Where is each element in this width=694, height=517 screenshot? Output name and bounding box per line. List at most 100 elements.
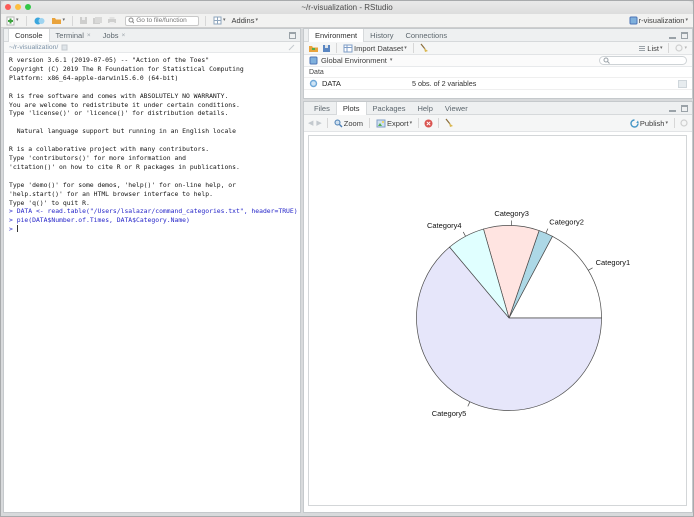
console-command: > pie(DATA$Number.of.Times, DATA$Categor…	[9, 216, 190, 225]
titlebar: ~/r-visualization - RStudio	[1, 1, 693, 14]
publish-icon	[630, 118, 639, 128]
console-output[interactable]: R version 3.6.1 (2019-07-05) -- "Action …	[4, 53, 300, 237]
save-icon	[80, 17, 88, 24]
console-tab-bar: Console Terminal × Jobs ×	[4, 29, 300, 42]
zoom-button[interactable]: Zoom	[333, 118, 364, 129]
clear-all-plots-button[interactable]	[444, 118, 454, 128]
open-file-button[interactable]: ▾	[50, 15, 67, 26]
plots-pane: Files Plots Packages Help Viewer ◀ ▶ Zoo…	[303, 101, 693, 513]
tab-viewer[interactable]: Viewer	[439, 102, 474, 114]
object-summary: 5 obs. of 2 variables	[412, 79, 477, 88]
environment-tab-bar: Environment History Connections	[304, 29, 692, 42]
next-plot-button[interactable]: ▶	[316, 120, 321, 127]
window-title: ~/r-visualization - RStudio	[301, 3, 393, 12]
close-icon[interactable]: ×	[87, 32, 91, 39]
minimize-pane-icon[interactable]	[669, 105, 676, 112]
load-workspace-button[interactable]	[308, 44, 319, 53]
view-table-icon[interactable]	[678, 79, 687, 88]
tab-label: Jobs	[102, 30, 119, 40]
save-button[interactable]	[79, 16, 88, 25]
refresh-plot-button[interactable]	[680, 119, 688, 127]
tab-terminal[interactable]: Terminal ×	[50, 29, 97, 41]
list-view-dropdown[interactable]: List ▾	[637, 43, 663, 54]
chevron-down-icon: ▾	[62, 17, 66, 23]
new-project-button[interactable]	[33, 15, 46, 26]
zoom-magnifier-icon	[334, 119, 343, 127]
remove-plot-icon	[424, 119, 433, 127]
rstudio-window: ~/r-visualization - RStudio ▾ ▾ Go to fi…	[0, 0, 694, 517]
tab-history[interactable]: History	[364, 29, 399, 41]
pane-layout-icon	[213, 16, 222, 25]
maximize-pane-icon[interactable]	[681, 32, 688, 39]
print-icon	[108, 17, 117, 25]
tab-label: Help	[417, 103, 433, 113]
new-project-icon	[34, 17, 45, 24]
environment-scope-row: Global Environment ▾	[304, 55, 692, 67]
console-cursor	[16, 225, 18, 233]
environment-object-row[interactable]: DATA 5 obs. of 2 variables	[304, 77, 692, 90]
previous-plot-button[interactable]: ◀	[308, 120, 313, 127]
go-to-file-input[interactable]	[136, 17, 197, 24]
publish-dropdown[interactable]: Publish ▾	[629, 118, 669, 129]
global-environment-icon	[309, 56, 318, 65]
pane-layout-button[interactable]: ▾	[212, 15, 227, 26]
tab-plots[interactable]: Plots	[335, 102, 367, 115]
refresh-dropdown[interactable]: ▾	[674, 43, 688, 54]
plot-canvas[interactable]: Category1 Category2 Category3 Category4 Cate…	[308, 135, 687, 506]
save-all-button[interactable]	[92, 16, 103, 25]
environment-search-box[interactable]	[599, 56, 687, 65]
tab-help[interactable]: Help	[411, 102, 438, 114]
project-dropdown[interactable]: r-visualization ▾	[628, 15, 689, 26]
tab-environment[interactable]: Environment	[308, 29, 365, 42]
working-directory[interactable]: ~/r-visualization/	[9, 44, 58, 51]
close-icon[interactable]: ×	[122, 32, 126, 39]
r-project-cube-icon	[629, 16, 638, 25]
tab-console[interactable]: Console	[8, 29, 50, 42]
addins-dropdown[interactable]: Addins ▾	[231, 15, 259, 26]
tab-jobs[interactable]: Jobs ×	[97, 29, 132, 41]
save-workspace-icon	[323, 44, 330, 52]
console-prompt-line[interactable]: >	[9, 225, 295, 234]
import-dataset-dropdown[interactable]: Import Dataset ▾	[342, 43, 408, 54]
export-dropdown[interactable]: Export ▾	[375, 118, 413, 129]
console-pane: Console Terminal × Jobs × ~/r-visualizatio…	[3, 28, 301, 513]
project-label: r-visualization	[638, 16, 685, 25]
remove-plot-button[interactable]	[424, 119, 433, 128]
print-button[interactable]	[107, 16, 117, 25]
minimize-pane-icon[interactable]	[669, 32, 676, 39]
maximize-pane-icon[interactable]	[681, 105, 688, 112]
dataframe-icon	[309, 79, 318, 88]
pie-label-tick	[467, 401, 471, 407]
pie-chart: Category1 Category2 Category3 Category4 Cate…	[416, 209, 630, 418]
tab-label: Console	[15, 31, 43, 40]
search-icon	[603, 57, 610, 64]
global-environment-label[interactable]: Global Environment	[321, 56, 387, 65]
maximize-pane-icon[interactable]	[289, 32, 296, 39]
tab-packages[interactable]: Packages	[367, 102, 412, 114]
plot-body: Category1 Category2 Category3 Category4 Cate…	[304, 132, 692, 512]
go-to-file-box[interactable]	[125, 15, 200, 26]
tab-files[interactable]: Files	[308, 102, 336, 114]
console-path-row: ~/r-visualization/	[4, 42, 300, 53]
list-view-label: List	[647, 43, 659, 53]
refresh-icon	[675, 44, 684, 52]
console-command: > DATA <- read.table("/Users/lsalazar/co…	[9, 207, 298, 216]
new-file-button[interactable]: ▾	[5, 15, 20, 26]
chevron-down-icon: ▾	[255, 17, 258, 23]
save-workspace-button[interactable]	[322, 44, 331, 53]
zoom-label: Zoom	[343, 118, 363, 128]
tab-label: Packages	[372, 103, 406, 113]
plots-toolbar: ◀ ▶ Zoom Export ▾ Publish ▾	[304, 115, 692, 132]
tab-label: Viewer	[444, 103, 468, 113]
clear-objects-button[interactable]	[419, 43, 429, 53]
tab-label: Files	[314, 103, 330, 113]
broom-icon	[445, 118, 454, 127]
pie-label-tick	[462, 231, 466, 237]
pie-label-category5: Category5	[432, 409, 467, 418]
go-to-file-icon	[128, 17, 135, 24]
chevron-down-icon: ▾	[389, 57, 393, 63]
addins-label: Addins	[231, 16, 255, 25]
publish-label: Publish	[639, 118, 665, 128]
open-folder-icon	[51, 18, 61, 24]
tab-connections[interactable]: Connections	[399, 29, 453, 41]
